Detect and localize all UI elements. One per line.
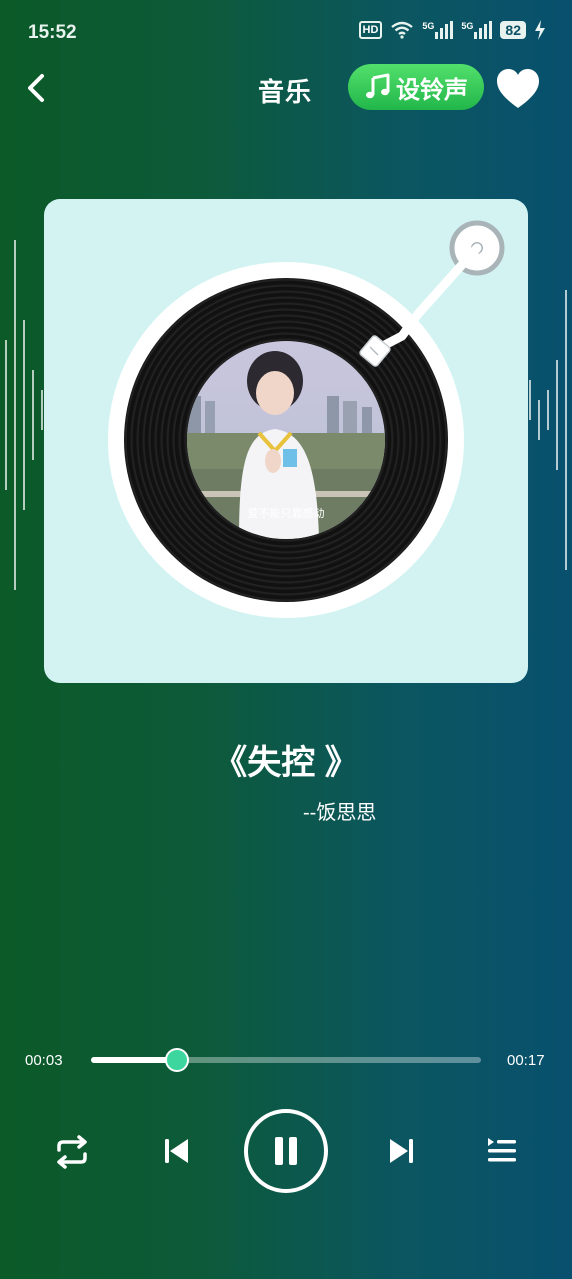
hd-icon: HD [358, 21, 383, 39]
previous-icon [165, 1139, 188, 1163]
next-button[interactable] [382, 1131, 422, 1171]
set-ringtone-button[interactable]: 设铃声 [348, 64, 484, 110]
song-artist: --饭思思 [303, 802, 377, 824]
progress-fill [91, 1057, 177, 1063]
status-bar: 15:52 HD 5G 5G 82 [0, 0, 572, 66]
pause-icon [275, 1137, 297, 1165]
back-arrow-icon[interactable] [20, 68, 60, 108]
charging-bolt-icon [535, 20, 545, 40]
pause-button[interactable] [244, 1109, 328, 1193]
repeat-button[interactable] [50, 1130, 94, 1174]
sound-wave-left-decoration [5, 240, 43, 590]
tonearm-icon [359, 220, 505, 367]
next-icon [390, 1139, 413, 1163]
previous-button[interactable] [156, 1131, 196, 1171]
set-ringtone-label: 设铃声 [396, 76, 468, 104]
signal-1: 5G [422, 21, 454, 39]
playlist-button[interactable] [482, 1131, 522, 1171]
total-time: 00:17 [507, 1052, 545, 1069]
battery-indicator: 82 [500, 21, 526, 39]
progress-slider[interactable] [91, 1048, 481, 1072]
music-note-icon [366, 73, 390, 99]
sound-wave-right-decoration [529, 290, 567, 570]
song-title: 《失控 》 [213, 744, 359, 782]
album-card: 爱不能只靠感动 [44, 199, 528, 683]
signal-bars-icon [435, 21, 454, 39]
favorite-heart-icon[interactable] [496, 68, 540, 110]
status-icons: HD 5G 5G 82 [358, 20, 547, 40]
signal-2: 5G [461, 21, 493, 39]
current-time: 00:03 [25, 1052, 63, 1069]
progress-handle[interactable] [164, 1048, 189, 1072]
network-type-label: 5G [422, 21, 435, 31]
network-type-label: 5G [461, 21, 474, 31]
page-title: 音乐 [258, 77, 313, 107]
top-bar: 音乐 设铃声 [0, 60, 572, 118]
signal-bars-icon [474, 21, 493, 39]
wifi-icon [391, 21, 414, 39]
repeat-icon [57, 1135, 87, 1169]
playlist-icon [488, 1138, 516, 1162]
status-time: 15:52 [28, 22, 77, 43]
